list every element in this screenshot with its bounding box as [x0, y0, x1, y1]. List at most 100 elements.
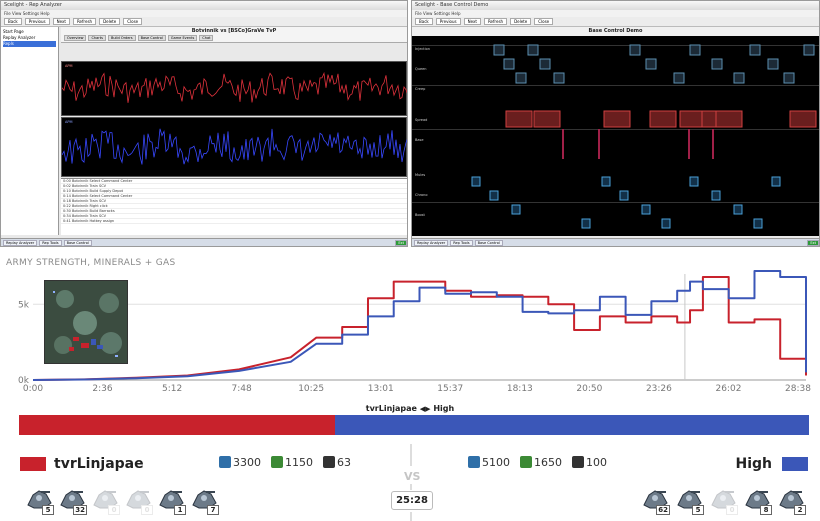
unit-count: 2	[794, 505, 806, 515]
next-button[interactable]: Next	[52, 18, 70, 25]
injection-event-tile	[645, 58, 657, 70]
spread-event-mark	[598, 129, 600, 159]
injection-event-tile	[711, 58, 723, 70]
previous-button[interactable]: Previous	[435, 18, 461, 25]
spread-event-mark	[562, 129, 564, 159]
unit-count: 0	[726, 505, 738, 515]
menu-bar[interactable]: File View Settings Help	[1, 10, 407, 17]
player-resources-left: 3300 1150 63	[219, 456, 351, 469]
unit-count: 1	[174, 505, 186, 515]
refresh-button[interactable]: Refresh	[72, 18, 97, 25]
spread-event-mark	[712, 129, 714, 159]
player-name-right: High	[735, 456, 772, 472]
lane-label: Base	[415, 138, 424, 142]
unit-slot[interactable]: 62	[640, 485, 670, 515]
tab-base-control[interactable]: Base Control	[137, 35, 166, 41]
replay-analyzer-window: Scelight - Rep Analyzer File View Settin…	[0, 0, 408, 247]
unit-slot[interactable]: 2	[776, 485, 806, 515]
unit-slot[interactable]: 7	[189, 485, 219, 515]
refresh-button[interactable]: Refresh	[483, 18, 508, 25]
divider	[410, 484, 412, 490]
replay-subtabs: Overview Charts Build Orders Base Contro…	[61, 35, 407, 41]
close-button[interactable]: Close	[534, 18, 554, 25]
next-button[interactable]: Next	[463, 18, 481, 25]
lane-separator	[412, 85, 819, 86]
unit-slot[interactable]: 0	[90, 485, 120, 515]
injection-event-tile	[503, 58, 515, 70]
lane-separator	[412, 202, 819, 203]
mules-event-tile	[753, 218, 763, 229]
close-button[interactable]: Close	[123, 18, 143, 25]
unit-count: 7	[207, 505, 219, 515]
injection-event-tile	[733, 72, 745, 84]
divider	[410, 512, 412, 521]
mules-event-tile	[733, 204, 743, 215]
unit-slot[interactable]: 8	[742, 485, 772, 515]
series-line-blue	[32, 270, 807, 381]
x-tick-label: 28:38	[785, 384, 811, 394]
minerals-icon	[219, 456, 231, 468]
mules-event-tile	[471, 176, 481, 187]
tab-overview[interactable]: Overview	[64, 35, 87, 41]
mules-event-tile	[771, 176, 781, 187]
taskbar-item[interactable]: Rep Tools	[450, 239, 473, 246]
unit-slot[interactable]: 0	[708, 485, 738, 515]
apm-line-red	[61, 71, 407, 103]
delete-button[interactable]: Delete	[99, 18, 121, 25]
base-control-timeline	[412, 27, 819, 236]
menu-bar[interactable]: File View Settings Help	[412, 10, 819, 17]
minimap-thumbnail	[44, 280, 128, 364]
injection-event-tile	[803, 44, 815, 56]
supply-icon	[323, 456, 335, 468]
unit-count: 5	[42, 505, 54, 515]
creep-event-tile	[533, 110, 561, 128]
creep-event-tile	[649, 110, 677, 128]
taskbar: Replay Analyzer Rep Tools Base Control E…	[412, 238, 819, 246]
unit-slot[interactable]: 32	[57, 485, 87, 515]
back-button[interactable]: Back	[4, 18, 22, 25]
unit-slot[interactable]: 5	[674, 485, 704, 515]
mules-event-tile	[661, 218, 671, 229]
unit-slot[interactable]: 1	[156, 485, 186, 515]
mules-event-tile	[581, 218, 591, 229]
minerals-icon	[468, 456, 480, 468]
window-title: Scelight - Base Control Demo	[412, 1, 819, 10]
tab-game-events[interactable]: Game Events	[167, 35, 198, 41]
x-tick-label: 2:36	[92, 384, 112, 394]
tree-item-repls[interactable]: Repls	[3, 41, 56, 47]
taskbar-item[interactable]: Rep Tools	[39, 239, 62, 246]
delete-button[interactable]: Delete	[510, 18, 532, 25]
x-tick-label: 18:13	[507, 384, 533, 394]
player-color-swatch	[20, 457, 46, 471]
tab-chat[interactable]: Chat	[199, 35, 214, 41]
tab-build-orders[interactable]: Build Orders	[107, 35, 136, 41]
previous-button[interactable]: Previous	[24, 18, 50, 25]
apm-chart-bottom: APM	[61, 117, 407, 177]
unit-count: 62	[656, 505, 670, 515]
timeline-events	[412, 44, 819, 229]
taskbar-item[interactable]: Replay Analyzer	[414, 239, 449, 246]
tab-charts[interactable]: Charts	[88, 35, 106, 41]
player-color-swatch	[782, 457, 808, 471]
taskbar-item[interactable]: Base Control	[63, 239, 92, 246]
x-tick-label: 26:02	[715, 384, 741, 394]
taskbar-item[interactable]: Replay Analyzer	[3, 239, 38, 246]
minerals-value: 3300	[233, 456, 261, 469]
x-tick-label: 0:00	[23, 384, 43, 394]
table-row[interactable]: 0:41 Botvinnik Hotkey assign	[61, 219, 407, 224]
player-name-left: tvrLinjapae	[54, 456, 144, 472]
injection-event-tile	[515, 72, 527, 84]
y-tick-label: 5k	[18, 300, 30, 310]
replay-header: Botvinnik vs [BSCo]GraVe TvP Overview Ch…	[61, 27, 407, 43]
creep-event-tile	[715, 110, 743, 128]
army-balance-bar	[19, 415, 809, 435]
taskbar-item-active[interactable]: Ext	[395, 239, 407, 246]
taskbar-item[interactable]: Base Control	[474, 239, 503, 246]
replay-title: Botvinnik vs [BSCo]GraVe TvP	[191, 28, 277, 34]
army-balance-red-fill	[19, 415, 335, 435]
unit-slot[interactable]: 5	[24, 485, 54, 515]
back-button[interactable]: Back	[415, 18, 433, 25]
lane-label: Spread	[415, 118, 428, 122]
taskbar-item-active[interactable]: Ext	[807, 239, 819, 246]
unit-slot[interactable]: 0	[123, 485, 153, 515]
